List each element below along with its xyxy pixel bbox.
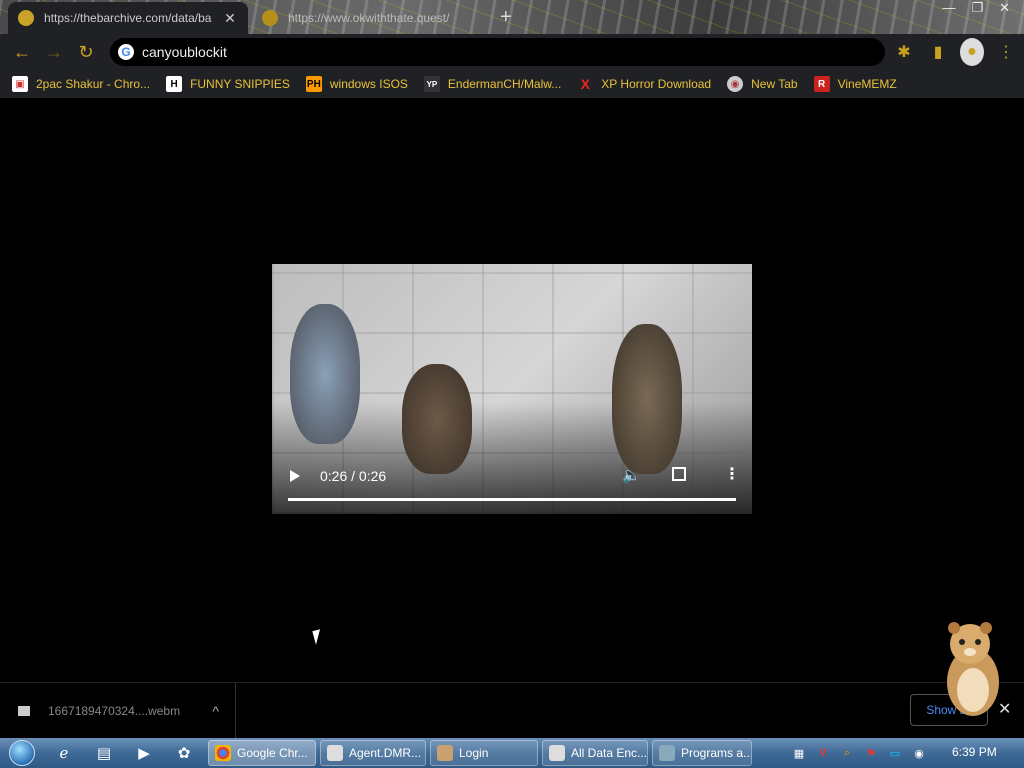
system-tray: ▦ V ⌕ ⚑ ▭ ◉ bbox=[790, 738, 928, 768]
bookmark-label: windows ISOS bbox=[329, 77, 408, 91]
new-tab-icon[interactable]: + bbox=[500, 6, 512, 29]
tray-search-icon[interactable]: ⌕ bbox=[838, 744, 856, 762]
forward-icon[interactable]: → bbox=[38, 36, 70, 68]
chrome-icon bbox=[215, 745, 231, 761]
bookmark-label: 2pac Shakur - Chro... bbox=[36, 77, 151, 91]
address-bar[interactable]: G bbox=[110, 38, 885, 66]
video-frame-figure bbox=[290, 304, 360, 444]
window-icon bbox=[327, 745, 343, 761]
chevron-up-icon[interactable]: ^ bbox=[212, 703, 219, 719]
tab-strip: https://thebarchive.com/data/ba ✕ https:… bbox=[0, 0, 1024, 34]
h-icon: H bbox=[166, 76, 183, 92]
page-content: 0:26 / 0:26 🔈 ⋮ bbox=[0, 98, 1024, 682]
windows-orb-icon bbox=[9, 740, 35, 766]
video-controls: 0:26 / 0:26 🔈 ⋮ bbox=[272, 454, 752, 514]
tab-title: https://thebarchive.com/data/ba bbox=[44, 11, 212, 25]
hamster-mascot-icon bbox=[947, 622, 999, 716]
taskbar-item-login[interactable]: Login bbox=[430, 740, 538, 766]
downloads-bar: 1667189470324....webm ^ Show all ✕ bbox=[0, 682, 1024, 739]
bookmark-xp-horror[interactable]: X XP Horror Download bbox=[577, 76, 712, 92]
extensions-icon[interactable]: ✱ bbox=[892, 38, 916, 66]
video-time: 0:26 / 0:26 bbox=[320, 468, 387, 484]
download-filename: 1667189470324....webm bbox=[48, 704, 181, 718]
bookmark-label: EndermanCH/Malw... bbox=[447, 77, 562, 91]
task-label: Programs a... bbox=[681, 746, 752, 760]
avatar-icon: ● bbox=[960, 38, 984, 66]
bookmark-label: XP Horror Download bbox=[601, 77, 712, 91]
2pac-icon: ▣ bbox=[12, 76, 28, 92]
task-label: All Data Enc... bbox=[571, 746, 648, 760]
toolbar-right: ✱ ▮ ● ⋮ bbox=[892, 38, 1018, 66]
tab-inactive[interactable]: https://www.okwiththate.quest/ bbox=[252, 2, 482, 34]
menu-icon[interactable]: ⋮ bbox=[994, 38, 1018, 66]
window-controls: — ❐ ✕ bbox=[942, 0, 1010, 16]
taskbar-item-agent[interactable]: Agent.DMR... bbox=[320, 740, 426, 766]
close-tab-icon[interactable]: ✕ bbox=[222, 10, 238, 27]
file-icon bbox=[18, 706, 30, 716]
bookmark-vinememz[interactable]: R VineMEMZ bbox=[813, 76, 897, 92]
tray-app-icon[interactable]: ▦ bbox=[790, 744, 808, 762]
bookmark-label: New Tab bbox=[751, 77, 798, 91]
download-item[interactable]: 1667189470324....webm ^ bbox=[18, 683, 236, 739]
google-icon: G bbox=[118, 44, 134, 60]
app-icon[interactable]: ✿ bbox=[164, 738, 204, 768]
programs-icon bbox=[659, 745, 675, 761]
bookmark-endermanch[interactable]: YP EndermanCH/Malw... bbox=[423, 76, 562, 92]
bookmark-windows-isos[interactable]: PH windows ISOS bbox=[305, 76, 408, 92]
tray-v-icon[interactable]: V bbox=[814, 744, 832, 762]
restore-icon[interactable]: ❐ bbox=[971, 0, 983, 16]
taskbar-item-chrome[interactable]: Google Chr... bbox=[208, 740, 316, 766]
taskbar-clock: 6:39 PM bbox=[952, 745, 997, 759]
task-label: Agent.DMR... bbox=[349, 746, 422, 760]
video-frame-figure bbox=[612, 324, 682, 474]
video-player[interactable]: 0:26 / 0:26 🔈 ⋮ bbox=[272, 264, 752, 514]
ie-icon[interactable]: ℯ bbox=[44, 738, 84, 768]
tab-active[interactable]: https://thebarchive.com/data/ba ✕ bbox=[8, 2, 248, 34]
start-button[interactable] bbox=[0, 738, 44, 768]
globe-icon: ◉ bbox=[727, 76, 744, 92]
tray-monitor-icon[interactable]: ▭ bbox=[886, 744, 904, 762]
task-label: Google Chr... bbox=[237, 746, 308, 760]
bookmarks-bar: ▣ 2pac Shakur - Chro... H FUNNY SNIPPIES… bbox=[0, 70, 1024, 98]
taskbar-item-all-data[interactable]: All Data Enc... bbox=[542, 740, 648, 766]
bookmark-2pac[interactable]: ▣ 2pac Shakur - Chro... bbox=[12, 76, 150, 92]
side-panel-icon[interactable]: ▮ bbox=[926, 38, 950, 66]
login-icon bbox=[437, 745, 453, 761]
reload-icon[interactable]: ↻ bbox=[70, 36, 102, 68]
bookmark-new-tab[interactable]: ◉ New Tab bbox=[727, 76, 798, 92]
tab-favicon bbox=[18, 10, 34, 26]
window-icon bbox=[549, 745, 565, 761]
address-input[interactable] bbox=[142, 44, 842, 60]
windows-taskbar: ℯ ▤ ▶ ✿ Google Chr... Agent.DMR... Login… bbox=[0, 738, 1024, 768]
bookmark-label: FUNNY SNIPPIES bbox=[190, 77, 290, 91]
yp-icon: YP bbox=[423, 76, 440, 92]
taskbar-item-programs[interactable]: Programs a... bbox=[652, 740, 752, 766]
x-icon: X bbox=[580, 76, 590, 92]
tray-volume-icon[interactable]: ◉ bbox=[910, 744, 928, 762]
video-progress-bar[interactable] bbox=[288, 498, 736, 501]
folder-icon[interactable]: ▤ bbox=[84, 738, 124, 768]
volume-icon[interactable]: 🔈 bbox=[622, 466, 641, 484]
play-icon[interactable] bbox=[290, 470, 300, 482]
close-window-icon[interactable]: ✕ bbox=[999, 0, 1010, 16]
back-icon[interactable]: ← bbox=[6, 36, 38, 68]
bookmark-funny-snippies[interactable]: H FUNNY SNIPPIES bbox=[166, 76, 290, 92]
browser-toolbar: ← → ↻ G ✱ ▮ ● ⋮ bbox=[0, 34, 1024, 70]
tab-favicon bbox=[262, 10, 278, 26]
r-icon: R bbox=[813, 76, 830, 92]
mouse-cursor-icon bbox=[312, 629, 324, 645]
tray-flag-icon[interactable]: ⚑ bbox=[862, 744, 880, 762]
minimize-icon[interactable]: — bbox=[942, 0, 955, 16]
ph-icon: PH bbox=[305, 76, 322, 92]
more-options-icon[interactable]: ⋮ bbox=[724, 464, 740, 484]
bookmark-label: VineMEMZ bbox=[837, 77, 897, 91]
task-label: Login bbox=[459, 746, 489, 760]
profile-button[interactable]: ● bbox=[960, 38, 984, 66]
media-player-icon[interactable]: ▶ bbox=[124, 738, 164, 768]
tab-title: https://www.okwiththate.quest/ bbox=[288, 11, 450, 25]
fullscreen-icon[interactable] bbox=[672, 467, 686, 481]
